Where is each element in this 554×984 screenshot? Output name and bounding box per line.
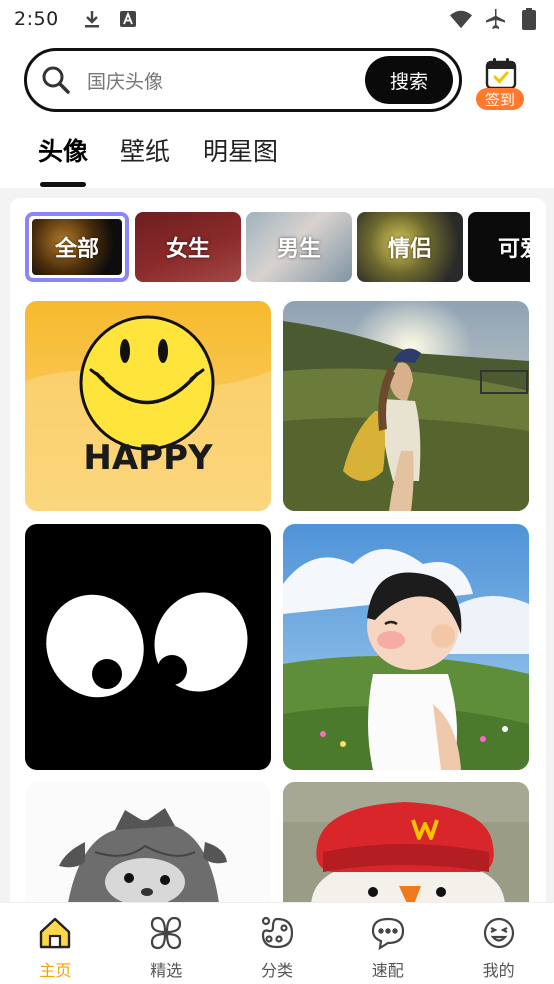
- nav-match[interactable]: 速配: [332, 903, 443, 984]
- search-placeholder: 国庆头像: [87, 70, 164, 93]
- search-icon: [41, 65, 71, 95]
- nav-profile[interactable]: 我的: [443, 903, 554, 984]
- checkin-label: 签到: [476, 88, 524, 110]
- sunset-girl-image: [283, 301, 529, 511]
- smiley-face-image: HAPPY: [25, 301, 271, 511]
- nav-category[interactable]: 分类: [222, 903, 333, 984]
- text-a-icon: [117, 8, 139, 30]
- avatar-tile[interactable]: [25, 782, 271, 918]
- nav-label: 速配: [371, 961, 404, 980]
- category-label: 可爱: [498, 237, 530, 262]
- top-tabs: 头像 壁纸 明星图: [0, 124, 554, 188]
- cartoon-eyes-image: [25, 524, 271, 770]
- chat-bubble-icon: [368, 913, 408, 953]
- happy-text: HAPPY: [83, 438, 213, 478]
- sketch-creature-image: [25, 782, 271, 918]
- cartoon-boy-image: [283, 524, 529, 770]
- category-chip-male[interactable]: 男生: [246, 212, 352, 282]
- calendar-check-icon: [484, 56, 518, 90]
- category-label: 全部: [54, 237, 99, 262]
- nav-featured[interactable]: 精选: [111, 903, 222, 984]
- category-chip-couple[interactable]: 情侣: [357, 212, 463, 282]
- battery-icon: [518, 8, 540, 30]
- checkin-button[interactable]: 签到: [476, 54, 526, 112]
- status-bar: 2:50: [0, 0, 554, 38]
- nav-home[interactable]: 主页: [0, 903, 111, 984]
- tab-wallpaper[interactable]: 壁纸: [120, 132, 170, 168]
- category-row: 全部 女生 男生 情侣 可爱: [24, 212, 530, 284]
- avatar-tile[interactable]: [283, 782, 529, 918]
- avatar-tile[interactable]: [283, 301, 529, 511]
- wifi-icon: [450, 8, 472, 30]
- category-label: 情侣: [387, 237, 432, 262]
- active-tab-indicator: [40, 182, 86, 187]
- content-card: 全部 女生 男生 情侣 可爱: [10, 198, 546, 918]
- nav-label: 精选: [150, 961, 183, 980]
- palette-icon: [257, 913, 297, 953]
- face-icon: [479, 913, 519, 953]
- tab-celebrity[interactable]: 明星图: [203, 132, 278, 168]
- plush-toy-image: [283, 782, 529, 918]
- category-chip-all[interactable]: 全部: [25, 212, 129, 282]
- avatar-tile[interactable]: [25, 524, 271, 770]
- home-icon: [35, 913, 75, 953]
- nav-label: 分类: [260, 961, 293, 980]
- bottom-nav: 主页 精选 分类 速配 我的: [0, 902, 554, 984]
- avatar-tile[interactable]: HAPPY: [25, 301, 271, 511]
- category-chip-cute[interactable]: 可爱: [468, 212, 530, 282]
- avatar-tile[interactable]: [283, 524, 529, 770]
- search-input[interactable]: 国庆头像 搜索: [24, 48, 462, 112]
- download-icon: [81, 8, 103, 30]
- search-row: 国庆头像 搜索 签到: [0, 48, 554, 114]
- nav-label: 我的: [482, 961, 515, 980]
- clover-icon: [146, 913, 186, 953]
- status-time: 2:50: [14, 8, 59, 30]
- airplane-icon: [484, 8, 506, 30]
- nav-label: 主页: [39, 961, 72, 980]
- search-button[interactable]: 搜索: [365, 56, 453, 104]
- category-chip-female[interactable]: 女生: [135, 212, 241, 282]
- category-label: 男生: [276, 237, 321, 262]
- category-label: 女生: [165, 237, 210, 262]
- tab-avatar[interactable]: 头像: [38, 132, 88, 168]
